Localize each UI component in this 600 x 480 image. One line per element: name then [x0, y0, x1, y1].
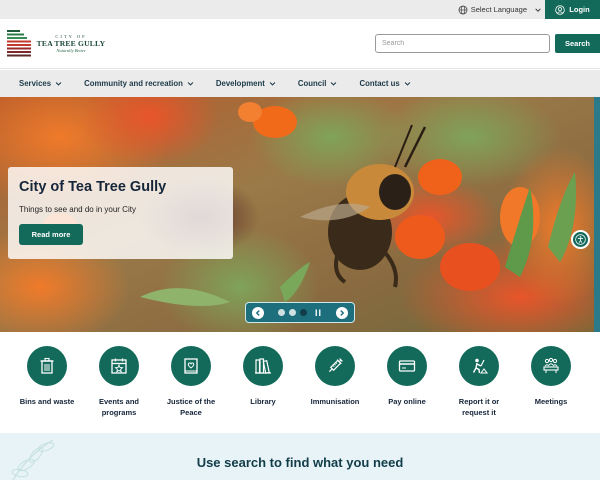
worker-icon — [472, 358, 488, 374]
logo-name: TEA TREE GULLY — [36, 39, 106, 48]
language-selector[interactable]: Select Language — [458, 0, 542, 19]
bin-icon — [40, 357, 54, 374]
nav-item-label: Development — [215, 79, 265, 88]
nav-item-label: Services — [19, 79, 52, 88]
hero-subtitle: Things to see and do in your City — [19, 205, 136, 214]
quick-link-label: Meetings — [534, 397, 568, 406]
quick-link-events[interactable]: Events and programs — [83, 332, 155, 433]
logo-tagline: Naturally Better — [56, 48, 86, 53]
main-nav: Services Community and recreation Develo… — [0, 70, 600, 97]
chevron-down-icon — [404, 82, 411, 86]
quick-link-label: Immunisation — [310, 397, 360, 406]
credit-card-icon — [398, 360, 416, 372]
globe-icon — [458, 5, 468, 14]
carousel-dot[interactable] — [277, 309, 285, 316]
carousel-controls: II — [245, 302, 355, 323]
meeting-icon — [543, 357, 559, 373]
books-icon — [255, 358, 271, 374]
quick-link-jp[interactable]: Justice of the Peace — [155, 332, 227, 433]
quick-link-label: Bins and waste — [19, 397, 75, 406]
council-logo[interactable]: CITY OF TEA TREE GULLY Naturally Better — [7, 29, 105, 59]
quick-link-label: Report it or request it — [458, 397, 500, 417]
quick-link-meetings[interactable]: Meetings — [515, 332, 587, 433]
quick-link-label: Library — [250, 397, 276, 406]
search-button[interactable]: Search — [555, 34, 600, 53]
nav-item-community[interactable]: Community and recreation — [84, 79, 194, 88]
carousel-dot[interactable] — [288, 309, 296, 316]
chevron-down-icon — [535, 7, 541, 12]
carousel-prev-button[interactable] — [252, 306, 264, 319]
quick-link-bins[interactable]: Bins and waste — [11, 332, 83, 433]
user-icon — [555, 4, 565, 15]
quick-link-pay-online[interactable]: Pay online — [371, 332, 443, 433]
carousel-next-button[interactable] — [335, 306, 348, 319]
quick-link-report[interactable]: Report it or request it — [443, 332, 515, 433]
nav-item-services[interactable]: Services — [19, 79, 62, 88]
utility-bar: Select Language Login — [0, 0, 600, 19]
search-band-title: Use search to find what you need — [196, 455, 404, 470]
site-header: CITY OF TEA TREE GULLY Naturally Better … — [0, 19, 600, 69]
quick-link-library[interactable]: Library — [227, 332, 299, 433]
search-input[interactable] — [375, 34, 550, 53]
nav-item-council[interactable]: Council — [298, 79, 338, 88]
nav-item-label: Contact us — [359, 79, 400, 88]
syringe-icon — [328, 358, 343, 373]
chevron-down-icon — [331, 82, 337, 86]
book-heart-icon — [184, 358, 198, 374]
quick-links: Bins and waste Events and programs Justi… — [0, 332, 600, 433]
quick-link-immunisation[interactable]: Immunisation — [299, 332, 371, 433]
language-label: Select Language — [470, 5, 527, 14]
pause-button[interactable]: II — [315, 308, 322, 318]
login-label: Login — [569, 5, 590, 14]
chevron-down-icon — [269, 82, 276, 86]
chevron-left-icon — [255, 309, 260, 316]
hero-banner: City of Tea Tree Gully Things to see and… — [0, 97, 600, 332]
carousel-dot-active[interactable] — [299, 309, 307, 316]
nav-item-label: Council — [297, 79, 327, 88]
logo-mark-icon — [7, 30, 31, 57]
hero-title: City of Tea Tree Gully — [19, 179, 167, 195]
nav-item-contact[interactable]: Contact us — [359, 79, 411, 88]
nav-item-development[interactable]: Development — [216, 79, 276, 88]
chevron-down-icon — [55, 82, 62, 86]
carousel-dots: II — [277, 308, 322, 318]
calendar-star-icon — [111, 358, 127, 374]
hero-card: City of Tea Tree Gully Things to see and… — [8, 167, 233, 259]
quick-link-label: Events and programs — [98, 397, 139, 417]
read-more-button[interactable]: Read more — [19, 224, 83, 245]
search-promo-band: Use search to find what you need — [0, 433, 600, 480]
chevron-down-icon — [187, 82, 194, 86]
chevron-right-icon — [340, 309, 345, 316]
quick-link-label: Pay online — [388, 397, 426, 406]
nav-item-label: Community and recreation — [84, 79, 183, 88]
accessibility-icon — [575, 234, 586, 245]
quick-link-label: Justice of the Peace — [166, 397, 216, 417]
login-button[interactable]: Login — [545, 0, 600, 19]
accessibility-button[interactable] — [571, 230, 590, 249]
